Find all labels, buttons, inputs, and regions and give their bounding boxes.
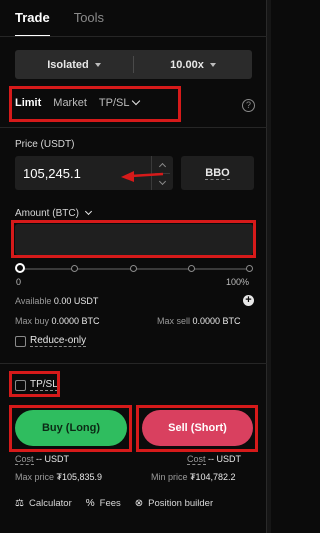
red-arrow-icon — [121, 171, 164, 182]
margin-mode-value: Isolated — [47, 58, 89, 71]
buy-cost-value: -- USDT — [36, 454, 70, 464]
bbo-label: BBO — [205, 166, 230, 180]
percent-icon: % — [85, 498, 95, 509]
chevron-down-icon — [84, 207, 92, 216]
fees-label: Fees — [99, 498, 121, 509]
margin-leverage-bar: Isolated 10.00x — [15, 50, 252, 79]
plus-circle-icon[interactable]: + — [243, 295, 254, 306]
max-sell-row: Max sell 0.0000 BTC — [157, 316, 241, 326]
calculator-icon: ⚖ — [15, 498, 24, 509]
chevron-up-icon — [158, 162, 167, 170]
slider-node-100[interactable] — [246, 265, 253, 272]
amount-input[interactable] — [15, 224, 253, 255]
tab-tools[interactable]: Tools — [74, 10, 104, 37]
position-builder-icon: ⊗ — [134, 498, 144, 509]
buy-cost-label: Cost — [15, 454, 34, 465]
max-buy-label: Max buy — [15, 316, 50, 326]
order-type-tpsl-label: TP/SL — [98, 97, 130, 109]
max-price-row: Max price ₮105,835.9 — [15, 472, 102, 482]
caret-down-icon — [94, 62, 101, 67]
position-builder-label: Position builder — [148, 498, 214, 509]
slider-node-75[interactable] — [188, 265, 195, 272]
calculator-label: Calculator — [28, 498, 72, 509]
leverage-select[interactable]: 10.00x — [134, 50, 252, 79]
amount-label[interactable]: Amount (BTC) — [15, 207, 92, 219]
max-price-value: ₮105,835.9 — [56, 472, 103, 482]
sell-cost-value: -- USDT — [208, 454, 242, 464]
order-type-tpsl[interactable]: TP/SL — [98, 96, 141, 109]
tab-trade[interactable]: Trade — [15, 10, 50, 37]
tpsl-label[interactable]: TP/SL — [30, 379, 58, 391]
buy-cost-row: Cost -- USDT — [15, 454, 70, 465]
fees-link[interactable]: % Fees — [86, 498, 121, 509]
panel-edge — [267, 0, 271, 533]
buy-long-button[interactable]: Buy (Long) — [15, 410, 127, 446]
max-buy-row: Max buy 0.0000 BTC — [15, 316, 100, 326]
slider-node-25[interactable] — [71, 265, 78, 272]
min-price-value: ₮104,782.2 — [190, 472, 236, 482]
bottom-tools-bar: ⚖ Calculator % Fees ⊗ Position builder — [15, 498, 227, 509]
min-price-row: Min price ₮104,782.2 — [151, 472, 236, 482]
amount-label-text: Amount (BTC) — [15, 208, 79, 219]
calculator-link[interactable]: ⚖ Calculator — [15, 498, 72, 509]
chevron-down-icon — [132, 96, 141, 106]
order-type-divider — [0, 127, 267, 128]
tab-bar: Trade Tools — [15, 10, 104, 37]
position-builder-link[interactable]: ⊗ Position builder — [135, 498, 213, 509]
order-type-limit[interactable]: Limit — [15, 97, 41, 109]
price-value: 105,245.1 — [23, 166, 81, 181]
tabs-divider — [0, 36, 267, 37]
options-divider — [0, 363, 267, 364]
reduce-only-checkbox[interactable] — [15, 336, 26, 347]
amount-slider[interactable] — [15, 262, 254, 276]
slider-thumb[interactable] — [15, 263, 25, 273]
caret-down-icon — [209, 62, 216, 67]
available-value: 0.00 USDT — [53, 296, 99, 306]
order-type-market[interactable]: Market — [53, 97, 87, 109]
available-label: Available — [15, 296, 52, 306]
bbo-button[interactable]: BBO — [181, 156, 254, 190]
leverage-value: 10.00x — [170, 58, 204, 71]
tpsl-checkbox[interactable] — [15, 380, 26, 391]
sell-short-button[interactable]: Sell (Short) — [142, 410, 253, 446]
max-sell-value: 0.0000 BTC — [192, 316, 241, 326]
reduce-only-label[interactable]: Reduce-only — [30, 335, 87, 347]
margin-mode-select[interactable]: Isolated — [15, 50, 133, 79]
max-sell-label: Max sell — [157, 316, 191, 326]
question-circle-icon[interactable]: ? — [242, 99, 255, 112]
max-price-label: Max price — [15, 472, 55, 482]
trade-panel: Trade Tools Isolated 10.00x Limit Market… — [0, 0, 267, 533]
slider-node-50[interactable] — [130, 265, 137, 272]
sell-cost-label: Cost — [187, 454, 206, 465]
max-buy-value: 0.0000 BTC — [51, 316, 100, 326]
slider-min-label: 0 — [16, 277, 22, 287]
available-row: Available 0.00 USDT — [15, 296, 98, 306]
slider-max-label: 100% — [226, 277, 250, 287]
sell-cost-row: Cost -- USDT — [187, 454, 242, 465]
order-type-tabs: Limit Market TP/SL — [15, 96, 151, 109]
min-price-label: Min price — [151, 472, 188, 482]
price-label: Price (USDT) — [15, 139, 75, 150]
